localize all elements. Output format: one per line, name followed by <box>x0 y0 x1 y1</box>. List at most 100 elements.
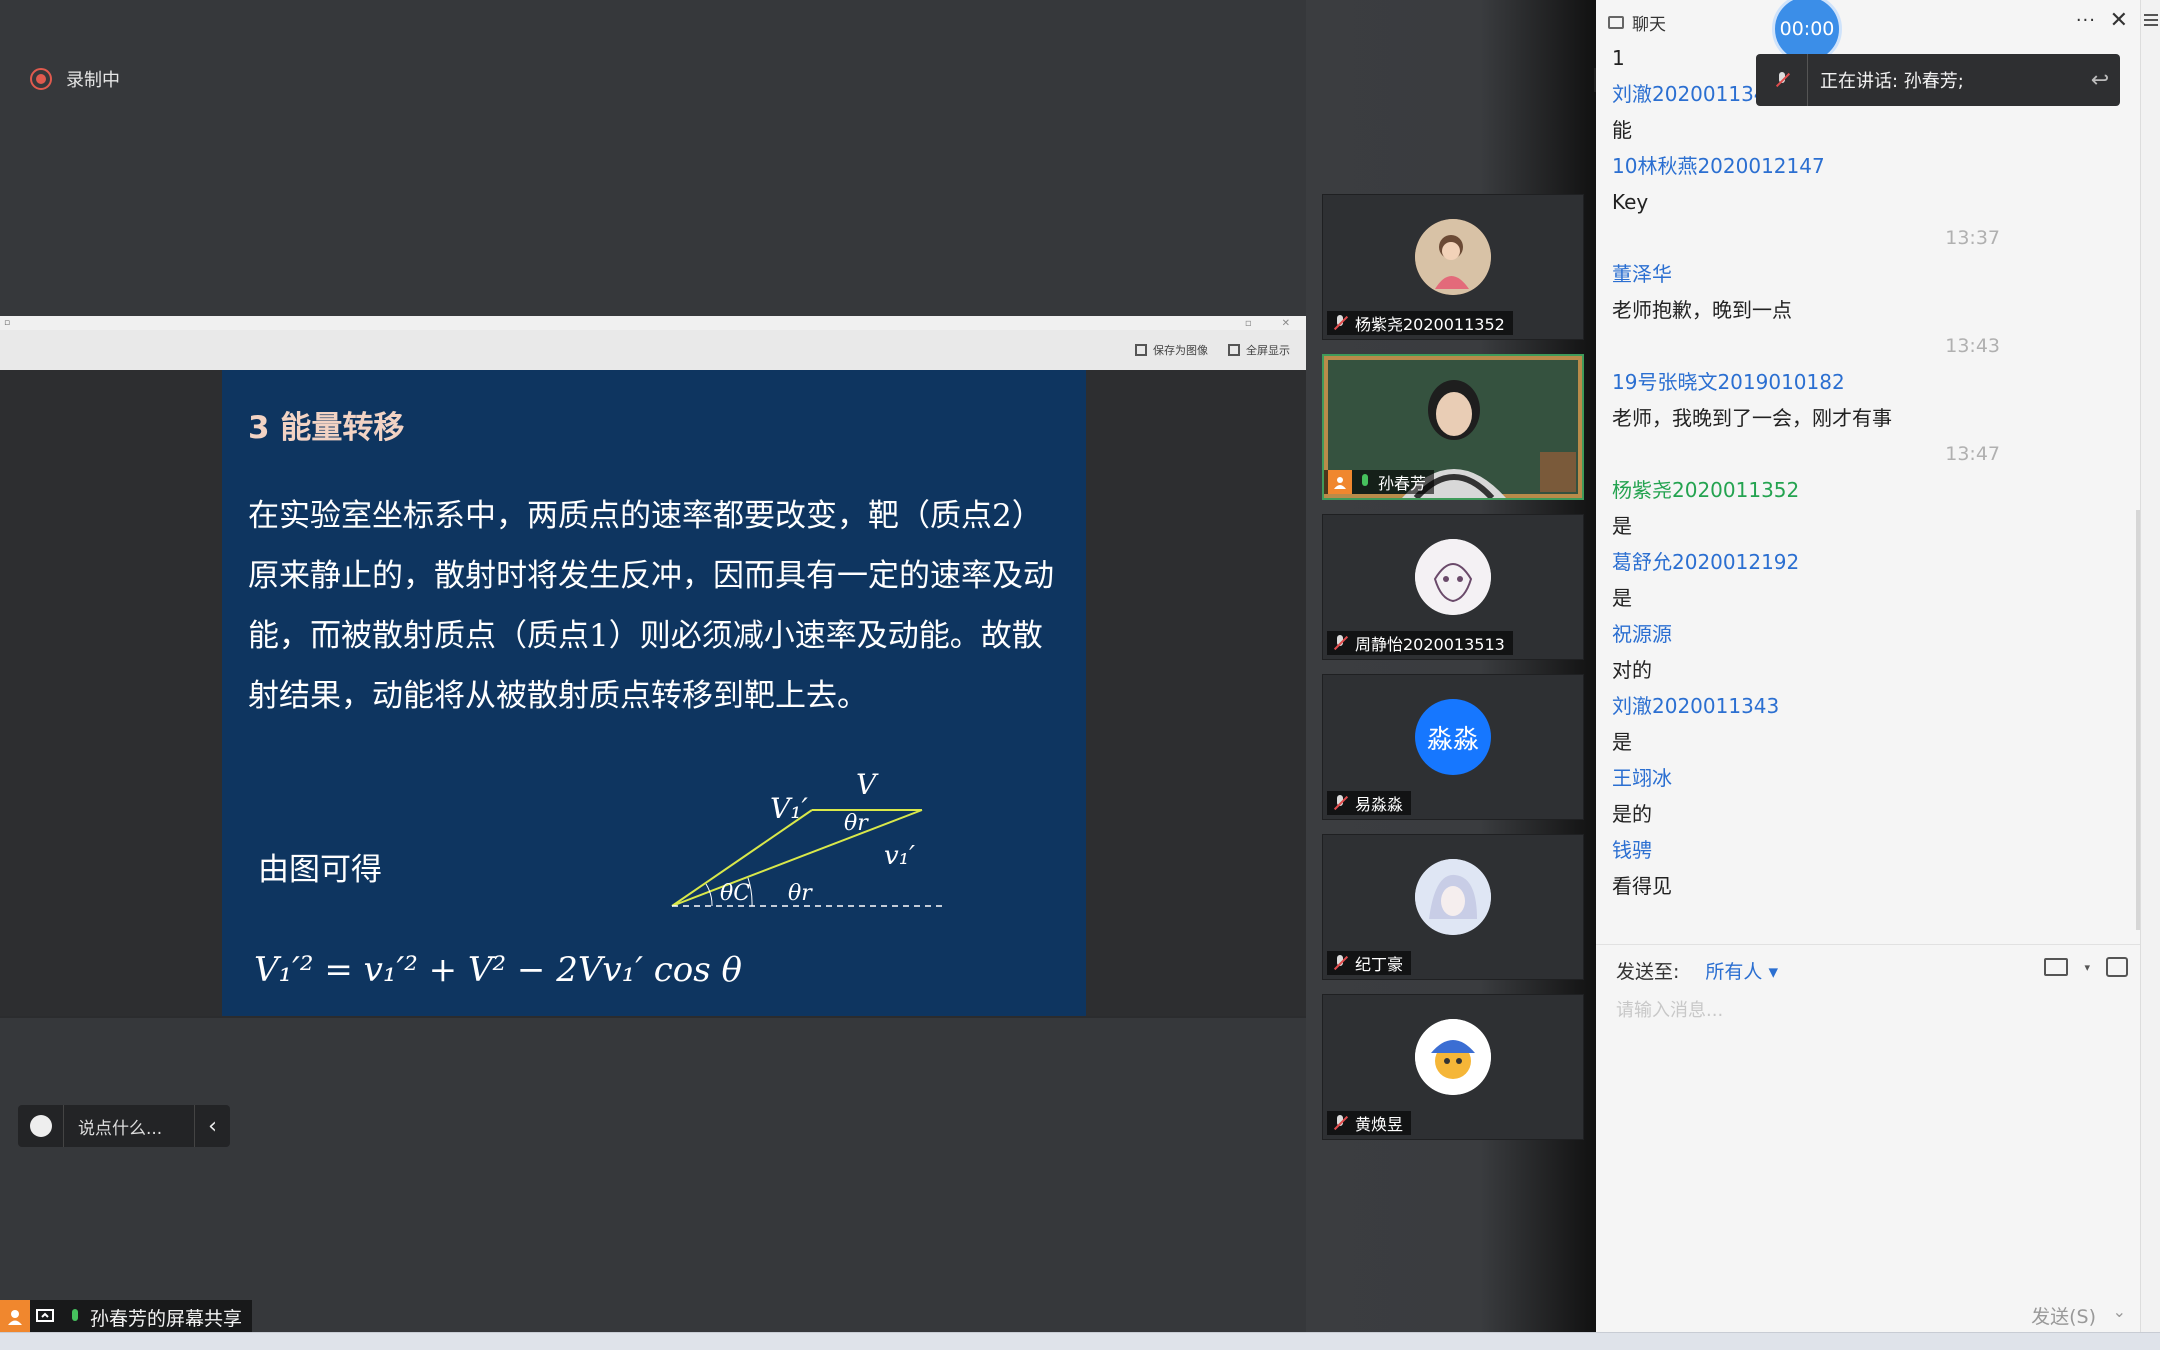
shared-window: ▫ ▫ ✕ 保存为图像 全屏显示 3 能量转移 在实验室坐标系中，两质点的速率都… <box>0 316 1306 1018</box>
label-v1-prime-big: V₁′ <box>770 792 808 825</box>
send-button[interactable]: 发送(S) <box>2031 1302 2096 1329</box>
mic-muted-icon <box>1331 954 1349 972</box>
shared-window-titlebar: ▫ ▫ ✕ <box>0 316 1306 330</box>
slide-body: 在实验室坐标系中，两质点的速率都要改变，靶（质点2）原来静止的，散射时将发生反冲… <box>248 498 1054 714</box>
chat-sender[interactable]: 祝源源 <box>1612 616 2112 652</box>
chat-input[interactable]: 请输入消息... <box>1616 996 1723 1022</box>
chat-sender[interactable]: 杨紫尧2020011352 <box>1612 472 2112 508</box>
chat-timestamp: 13:37 <box>1945 227 2000 249</box>
host-icon <box>1328 470 1352 494</box>
participant-tile[interactable]: 淼淼 易淼淼 <box>1322 674 1584 820</box>
chevron-left-icon[interactable]: ‹ <box>194 1105 230 1147</box>
avatar <box>1415 539 1491 615</box>
chat-divider <box>1596 944 2140 945</box>
slide-title: 3 能量转移 <box>248 410 405 446</box>
recording-label: 录制中 <box>66 70 120 91</box>
send-options-icon[interactable]: ⌄ <box>2113 1302 2126 1321</box>
crop-icon <box>1135 344 1147 356</box>
avatar <box>1415 859 1491 935</box>
chat-message: 是的 <box>1612 802 1652 826</box>
chat-message: 能 <box>1612 118 1632 142</box>
fullscreen-icon <box>1228 344 1240 356</box>
close-icon[interactable]: ✕ <box>2110 8 2128 33</box>
emoji-button[interactable] <box>18 1105 64 1147</box>
chat-message-list: 1 刘澈2020011343 能 10林秋燕2020012147 Key 13:37 董泽华… <box>1612 40 2112 904</box>
send-to-row: 发送至: 所有人 ▾ <box>1616 957 1778 984</box>
screen-share-text: 孙春芳的屏幕共享 <box>90 1307 243 1330</box>
screen-share-icon <box>30 1300 60 1334</box>
mic-icon <box>60 1300 90 1334</box>
more-icon[interactable]: ··· <box>2076 10 2096 31</box>
chat-sender[interactable]: 葛舒允2020012192 <box>1612 544 2112 580</box>
avatar: 淼淼 <box>1415 699 1491 775</box>
chat-message: 看得见 <box>1612 874 1672 898</box>
label-v1-prime-small: v₁′ <box>884 841 915 871</box>
participant-tile-speaking[interactable]: 孙春芳 <box>1320 352 1586 502</box>
slide: 3 能量转移 在实验室坐标系中，两质点的速率都要改变，靶（质点2）原来静止的，散… <box>222 370 1086 1016</box>
reply-icon[interactable]: ↩ <box>2080 68 2120 93</box>
comment-placeholder[interactable]: 说点什么... <box>64 1114 194 1139</box>
shared-window-toolbar: 保存为图像 全屏显示 <box>0 330 1306 370</box>
label-V: V <box>856 768 879 801</box>
scattering-diagram: V₁′ V θr v₁′ θC θr <box>671 768 942 907</box>
avatar <box>1415 1019 1491 1095</box>
window-app-icon: ▫ <box>4 318 11 328</box>
participant-name: 杨紫尧2020011352 <box>1327 311 1513 335</box>
participant-tile[interactable]: 纪丁豪 <box>1322 834 1584 980</box>
restore-icon[interactable]: ▫ <box>1245 318 1252 329</box>
participant-tile[interactable]: 周静怡2020013513 <box>1322 514 1584 660</box>
participant-name: 周静怡2020013513 <box>1327 631 1513 655</box>
send-to-label: 发送至: <box>1616 961 1680 983</box>
fullscreen-label: 全屏显示 <box>1246 344 1290 357</box>
chat-message: 老师抱歉，晚到一点 <box>1612 298 1792 322</box>
chat-bubble-icon <box>1608 15 1624 29</box>
chat-sender[interactable]: 10林秋燕2020012147 <box>1612 148 2112 184</box>
main-video-area: 录制中 ▫ ▫ ✕ 保存为图像 全屏显示 3 能量转移 在实验室坐标系中，两质点… <box>0 0 1306 1334</box>
mic-muted-icon <box>1331 794 1349 812</box>
send-to-dropdown[interactable]: 所有人 ▾ <box>1705 957 1778 984</box>
chat-tools: ▾ <box>2044 957 2128 977</box>
participant-name: 易淼淼 <box>1327 791 1412 815</box>
fullscreen-button[interactable]: 全屏显示 <box>1228 342 1290 358</box>
chat-timestamp: 13:47 <box>1945 443 2000 465</box>
chevron-down-icon[interactable]: ▾ <box>2084 961 2090 974</box>
screen-share-label: 孙春芳的屏幕共享 <box>0 1300 253 1334</box>
label-theta-c: θC <box>720 881 750 906</box>
chat-message: Key <box>1612 190 1649 214</box>
mic-muted-icon <box>1331 1114 1349 1132</box>
speaking-toast: 正在讲话: 孙春芳; ↩ <box>1756 54 2120 106</box>
chat-sender[interactable]: 钱骋 <box>1612 832 2112 868</box>
window-controls: ▫ ✕ <box>1245 318 1290 329</box>
chat-timestamp: 13:43 <box>1945 335 2000 357</box>
comment-pill[interactable]: 说点什么... ‹ <box>18 1105 230 1147</box>
chat-message: 是 <box>1612 586 1632 610</box>
chat-title: 聊天 <box>1632 14 1666 35</box>
chat-sender[interactable]: 董泽华 <box>1612 256 2112 292</box>
chat-message: 是 <box>1612 514 1632 538</box>
record-icon <box>30 68 52 90</box>
chat-panel: 聊天 ··· ✕ 1 刘澈2020011343 能 10林秋燕2020012147 Ke… <box>1596 0 2140 1332</box>
close-icon[interactable]: ✕ <box>1282 318 1290 329</box>
save-image-button[interactable]: 保存为图像 <box>1135 342 1208 358</box>
save-image-label: 保存为图像 <box>1153 344 1208 357</box>
announcement-icon[interactable] <box>2106 957 2128 977</box>
participant-tile[interactable]: 杨紫尧2020011352 <box>1322 194 1584 340</box>
text-cursor <box>1594 68 1604 92</box>
folder-icon[interactable] <box>2044 958 2069 976</box>
speaking-text: 正在讲话: 孙春芳; <box>1820 71 1964 92</box>
chat-message: 老师，我晚到了一会，刚才有事 <box>1612 406 1892 430</box>
slide-subtitle: 由图可得 <box>258 852 382 888</box>
slide-formula: V₁′² = v₁′² + V² − 2Vv₁′ cos θ <box>254 950 743 990</box>
chat-sender[interactable]: 王翊冰 <box>1612 760 2112 796</box>
participant-name: 孙春芳 <box>1324 470 1435 494</box>
side-strip <box>2140 0 2160 1332</box>
smile-icon <box>29 1115 52 1137</box>
label-theta-r-top: θr <box>844 811 869 836</box>
chat-header: 聊天 ··· ✕ <box>1596 0 2140 44</box>
chat-sender[interactable]: 刘澈2020011343 <box>1612 688 2112 724</box>
avatar <box>1415 219 1491 295</box>
chat-sender[interactable]: 19号张晓文2019010182 <box>1612 364 2112 400</box>
taskbar <box>0 1332 2160 1350</box>
menu-icon[interactable] <box>2144 14 2158 26</box>
participant-tile[interactable]: 黄焕昱 <box>1322 994 1584 1140</box>
